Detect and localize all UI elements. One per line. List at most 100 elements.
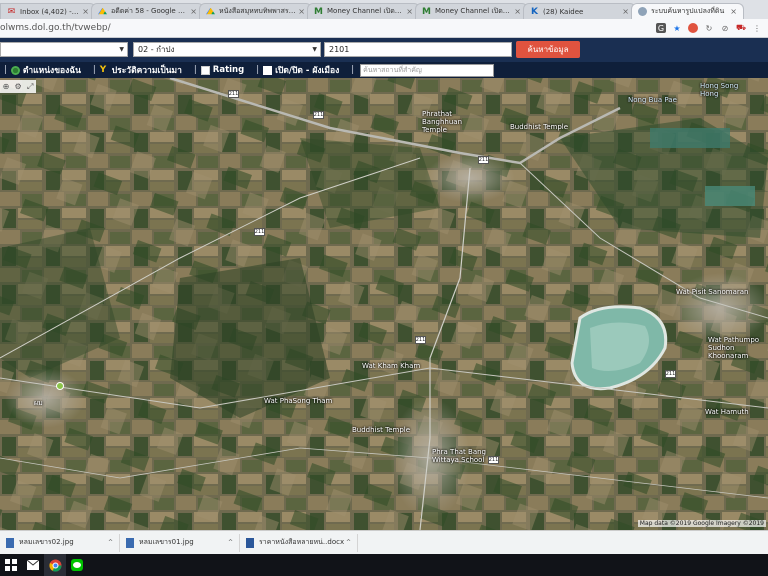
map-label-phra-that-school[interactable]: Phra That Bang Wittaya School	[432, 448, 492, 464]
close-icon[interactable]: ×	[298, 7, 305, 16]
browser-tab-land-search[interactable]: ระบบค้นหารูปแปลงที่ดิน ×	[631, 3, 744, 19]
tab-title: (28) Kaidee	[543, 7, 584, 16]
fullscreen-icon[interactable]: ⤢	[27, 82, 33, 92]
chrome-icon[interactable]	[44, 554, 66, 576]
download-filename: หลมเลขาร02.jpg	[19, 538, 74, 546]
map-controls: ⊕ ⚙ ⤢	[0, 80, 36, 93]
map-label-pin: ผม	[34, 399, 43, 407]
map-label-buddhist-temple-north[interactable]: Buddhist Temple	[510, 123, 568, 131]
my-position-label: ตำแหน่งของฉัน	[22, 66, 81, 76]
word-file-icon	[246, 537, 254, 548]
location-pin-icon[interactable]	[56, 382, 64, 390]
close-icon[interactable]: ×	[622, 7, 629, 16]
download-bar: หลมเลขาร02.jpg ^ หลมเลขาร01.jpg ^ ราคาหน…	[0, 530, 768, 554]
search-button[interactable]: ค้นหาข้อมูล	[516, 41, 580, 58]
browser-tab-kaidee[interactable]: K (28) Kaidee ×	[523, 3, 636, 19]
chevron-up-icon[interactable]: ^	[346, 539, 351, 546]
k-icon: K	[531, 6, 538, 17]
image-file-icon	[6, 537, 14, 548]
gdrive-icon	[98, 7, 107, 16]
os-taskbar	[0, 554, 768, 576]
map-label-nong-bua-pae[interactable]: Nong Bua Pae	[628, 96, 677, 104]
toggle-cityplan-button[interactable]: เปิด/ปิด - ผังเมือง	[263, 63, 339, 77]
chevron-up-icon[interactable]: ^	[108, 539, 113, 546]
browser-tab-inbox[interactable]: ✉ Inbox (4,402) - bwaro@@ghxx ×	[0, 3, 96, 19]
road-shield: 211	[665, 370, 676, 378]
close-icon[interactable]: ×	[730, 7, 737, 16]
tab-title: ระบบค้นหารูปแปลงที่ดิน	[651, 7, 725, 15]
close-icon[interactable]: ×	[406, 7, 413, 16]
chart-icon	[200, 65, 210, 75]
link-icon[interactable]: ⊘	[720, 23, 730, 33]
line-app-icon[interactable]	[66, 554, 88, 576]
layers-icon[interactable]: ⚙	[15, 82, 22, 91]
map-label-wat-pisit[interactable]: Wat Pisit Sanomaran	[676, 288, 748, 296]
map-label-wat-hamuth[interactable]: Wat Hamuth	[705, 408, 749, 416]
browser-tab-strip: ✉ Inbox (4,402) - bwaro@@ghxx × อดีตค่า …	[0, 0, 768, 19]
chevron-down-icon: ▼	[312, 46, 317, 53]
map-label-wat-kham[interactable]: Wat Kham Kham	[362, 362, 420, 370]
browser-tab-money-channel[interactable]: M Money Channel เปิดประตูสู่การ ×	[307, 3, 420, 19]
parcel-number-input[interactable]: 2101	[324, 42, 512, 57]
province-select[interactable]: ▼	[0, 42, 128, 57]
url-text[interactable]: olwms.dol.go.th/tvwebp/	[0, 23, 656, 33]
tab-title: อดีตค่า 58 - Google ไดรฟ์	[111, 7, 189, 15]
browser-tab-money-channel-2[interactable]: M Money Channel เปิดประ ×	[415, 3, 528, 19]
translate-icon[interactable]: G	[656, 23, 666, 33]
browser-tab-gdrive[interactable]: อดีตค่า 58 - Google ไดรฟ์ ×	[91, 3, 204, 19]
place-search-input[interactable]: ค้นหาสถานที่สำคัญ	[360, 63, 495, 77]
road-shield: 211	[254, 228, 265, 236]
separator: |	[351, 65, 355, 75]
map-label-hong-song[interactable]: Hong Song Hong	[700, 82, 750, 98]
toggle-cityplan-label: เปิด/ปิด - ผังเมือง	[275, 66, 340, 76]
close-icon[interactable]: ×	[190, 7, 197, 16]
app-header: ▼ 02 - กำปง ▼ 2101 ค้นหาข้อมูล	[0, 38, 768, 62]
mail-icon: ✉	[7, 6, 16, 17]
road-shield: 211	[478, 156, 489, 164]
close-icon[interactable]: ×	[82, 7, 89, 16]
address-bar[interactable]: olwms.dol.go.th/tvwebp/ G ★ ↻ ⊘ ⛟ ⋮	[0, 19, 768, 38]
satellite-map[interactable]: ⊕ ⚙ ⤢ 211 211 211 211 211 211 211 Phrath…	[0, 78, 768, 530]
menu-icon[interactable]: ⋮	[752, 23, 762, 33]
history-button[interactable]: Y ประวัติความเป็นมา	[100, 63, 182, 77]
tab-title: Money Channel เปิดประ	[435, 7, 513, 15]
globe-icon	[10, 65, 20, 75]
separator: |	[256, 65, 260, 75]
map-label-buddhist-temple-south[interactable]: Buddhist Temple	[352, 426, 410, 434]
download-item[interactable]: หลมเลขาร01.jpg ^	[120, 533, 240, 552]
my-position-button[interactable]: ตำแหน่งของฉัน	[10, 63, 81, 77]
tab-title: Inbox (4,402) - bwaro@@ghxx	[20, 7, 80, 16]
extension-icon[interactable]	[688, 23, 698, 33]
zoom-icon[interactable]: ⊕	[3, 82, 10, 91]
rating-button[interactable]: Rating	[200, 65, 244, 75]
download-filename: ราคาหนังสือหลายหน่..docx	[259, 538, 345, 546]
satellite-imagery	[0, 78, 768, 530]
tab-title: Money Channel เปิดประตูสู่การ	[327, 7, 404, 15]
road-shield: 211	[313, 111, 324, 119]
m-icon: M	[422, 6, 431, 17]
map-label-wat-pathum[interactable]: Wat Pathumpo Sudhon Khoonaram	[708, 336, 768, 360]
sprout-icon: Y	[99, 64, 107, 75]
start-icon[interactable]	[0, 554, 22, 576]
map-attribution: Map data ©2019 Google Imagery ©2019	[637, 520, 766, 527]
road-shield: 211	[415, 336, 426, 344]
refresh-icon[interactable]: ↻	[704, 23, 714, 33]
download-item[interactable]: หลมเลขาร02.jpg ^	[0, 533, 120, 552]
download-item[interactable]: ราคาหนังสือหลายหน่..docx ^	[240, 533, 358, 552]
history-label: ประวัติความเป็นมา	[111, 66, 182, 76]
star-icon[interactable]: ★	[672, 23, 682, 33]
square-icon	[263, 65, 273, 75]
map-label-phrathat-temple[interactable]: Phrathat Banghhuan Temple	[422, 110, 482, 134]
close-icon[interactable]: ×	[514, 7, 521, 16]
district-select-value: 02 - กำปง	[138, 45, 175, 54]
district-select[interactable]: 02 - กำปง ▼	[133, 42, 321, 57]
mail-app-icon[interactable]	[22, 554, 44, 576]
cart-icon[interactable]: ⛟	[736, 23, 746, 33]
parcel-number-value: 2101	[329, 45, 350, 54]
browser-tab-gdrive-2[interactable]: หนังสือสมุหทบทิพพาสระบมูล - G ×	[199, 3, 312, 19]
map-label-wat-song-tham[interactable]: Wat PhaSong Tham	[264, 397, 332, 405]
tab-title: หนังสือสมุหทบทิพพาสระบมูล - G	[219, 7, 296, 15]
download-filename: หลมเลขาร01.jpg	[139, 538, 194, 546]
chevron-up-icon[interactable]: ^	[228, 539, 233, 546]
map-toolbar: | ตำแหน่งของฉัน | Y ประวัติความเป็นมา | …	[0, 62, 768, 78]
